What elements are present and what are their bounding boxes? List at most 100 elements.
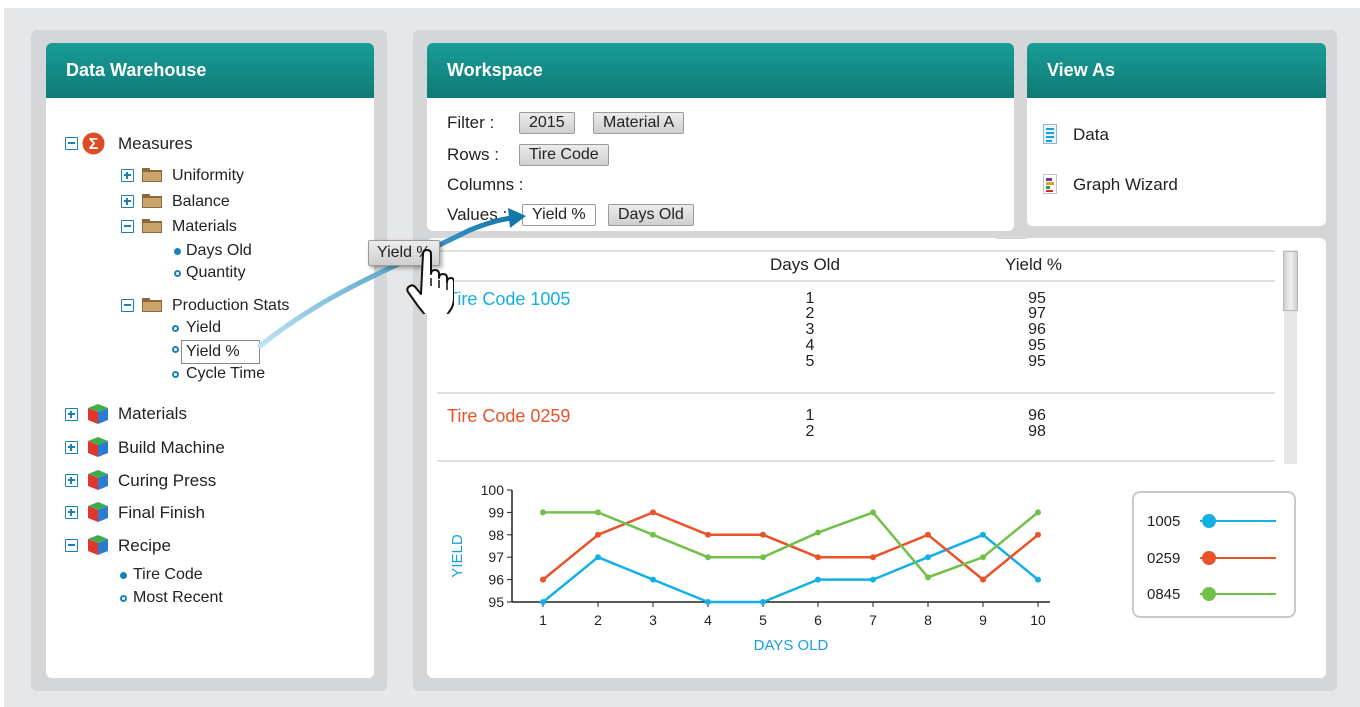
x-tick-label: 5 bbox=[759, 612, 767, 628]
view-as-title: View As bbox=[1027, 43, 1326, 98]
tree-build-machine[interactable]: Build Machine bbox=[118, 438, 225, 458]
folder-icon bbox=[142, 298, 162, 312]
field-quantity[interactable]: Quantity bbox=[186, 264, 246, 282]
y-tick-label: 97 bbox=[488, 549, 504, 565]
tree-materials-folder[interactable]: Materials bbox=[172, 218, 237, 236]
field-ring-icon bbox=[172, 346, 179, 353]
field-tire-code[interactable]: Tire Code bbox=[133, 566, 203, 584]
legend-label: 0845 bbox=[1147, 586, 1181, 603]
expand-icon[interactable] bbox=[121, 195, 134, 208]
tree-curing-press[interactable]: Curing Press bbox=[118, 471, 216, 491]
field-yield-pct-selected[interactable]: Yield % bbox=[181, 340, 260, 364]
legend-marker-0845 bbox=[1202, 587, 1216, 601]
x-tick-label: 2 bbox=[594, 612, 602, 628]
point-0845 bbox=[1035, 509, 1041, 516]
point-1005 bbox=[815, 576, 821, 583]
filter-chip[interactable]: 2015 bbox=[519, 112, 575, 134]
x-axis-label: DAYS OLD bbox=[754, 637, 829, 654]
point-0845 bbox=[650, 531, 656, 538]
legend-marker-0259 bbox=[1202, 551, 1216, 565]
point-0259 bbox=[650, 509, 656, 516]
group-name-0259: Tire Code 0259 bbox=[447, 406, 571, 426]
point-0259 bbox=[760, 531, 766, 538]
rows-label: Rows : bbox=[447, 145, 499, 164]
cell-yield: 95 bbox=[1028, 290, 1046, 307]
tree-measures[interactable]: Measures bbox=[118, 134, 193, 154]
point-0845 bbox=[980, 554, 986, 561]
point-1005 bbox=[540, 599, 546, 605]
point-0845 bbox=[760, 554, 766, 561]
collapse-icon[interactable] bbox=[65, 539, 78, 552]
expand-icon[interactable] bbox=[121, 169, 134, 182]
field-most-recent[interactable]: Most Recent bbox=[133, 589, 223, 607]
y-tick-label: 95 bbox=[488, 594, 504, 610]
svg-text:Σ: Σ bbox=[89, 136, 99, 153]
point-0259 bbox=[815, 554, 821, 561]
expand-icon[interactable] bbox=[65, 474, 78, 487]
filter-chip[interactable]: Material A bbox=[593, 112, 685, 134]
cell-yield: 95 bbox=[1028, 337, 1046, 354]
field-ring-icon bbox=[172, 371, 179, 378]
cell-days: 5 bbox=[805, 353, 815, 370]
field-days-old[interactable]: Days Old bbox=[186, 242, 252, 260]
point-0845 bbox=[595, 509, 601, 516]
series-line-0845 bbox=[543, 511, 1039, 579]
expand-icon[interactable] bbox=[65, 441, 78, 454]
point-1005 bbox=[760, 599, 766, 605]
tree-recipe[interactable]: Recipe bbox=[118, 536, 171, 556]
values-chip-days-old[interactable]: Days Old bbox=[608, 204, 694, 226]
y-tick-label: 96 bbox=[488, 572, 504, 588]
x-tick-label: 6 bbox=[814, 612, 822, 628]
field-ring-icon bbox=[120, 595, 127, 602]
rows-chip[interactable]: Tire Code bbox=[519, 144, 609, 166]
folder-icon bbox=[142, 168, 162, 182]
tree-final-finish[interactable]: Final Finish bbox=[118, 503, 205, 523]
point-1005 bbox=[925, 554, 931, 561]
tree-balance[interactable]: Balance bbox=[172, 193, 230, 211]
hand-cursor-icon bbox=[406, 249, 454, 314]
collapse-icon[interactable] bbox=[65, 137, 78, 150]
table-header-days-old: Days Old bbox=[770, 255, 840, 274]
field-yield[interactable]: Yield bbox=[186, 319, 221, 337]
expand-icon[interactable] bbox=[65, 408, 78, 421]
cell-yield: 95 bbox=[1028, 353, 1046, 370]
sigma-icon: Σ bbox=[82, 132, 105, 155]
table-header-rule bbox=[437, 280, 1275, 282]
field-cycle-time[interactable]: Cycle Time bbox=[186, 365, 265, 383]
collapse-icon[interactable] bbox=[121, 220, 134, 233]
cube-icon bbox=[88, 535, 108, 555]
view-option-data[interactable]: Data bbox=[1073, 125, 1109, 145]
point-0259 bbox=[705, 531, 711, 538]
cube-icon bbox=[88, 437, 108, 457]
field-dot-icon bbox=[174, 248, 181, 255]
folder-icon bbox=[142, 219, 162, 233]
tree-materials[interactable]: Materials bbox=[118, 404, 187, 424]
table-bottom-rule bbox=[437, 460, 1275, 462]
y-tick-label: 98 bbox=[488, 527, 504, 543]
point-0259 bbox=[540, 576, 546, 583]
expand-icon[interactable] bbox=[65, 506, 78, 519]
x-tick-label: 9 bbox=[979, 612, 987, 628]
graph-wizard-icon bbox=[1043, 174, 1057, 194]
collapse-icon[interactable] bbox=[121, 299, 134, 312]
table-header-yield: Yield % bbox=[1005, 255, 1063, 274]
table-scrollbar-thumb[interactable] bbox=[1283, 251, 1298, 311]
cell-yield: 97 bbox=[1028, 305, 1046, 322]
workspace-title: Workspace bbox=[427, 43, 1014, 98]
panel-gap bbox=[996, 231, 1026, 239]
cell-days: 2 bbox=[805, 305, 815, 322]
cube-icon bbox=[88, 470, 108, 490]
point-0259 bbox=[925, 531, 931, 538]
filter-label: Filter : bbox=[447, 113, 495, 132]
cell-yield: 96 bbox=[1028, 321, 1046, 338]
view-option-graph-wizard[interactable]: Graph Wizard bbox=[1073, 175, 1178, 195]
cube-icon bbox=[88, 502, 108, 522]
point-0845 bbox=[870, 509, 876, 516]
drag-arrow bbox=[257, 208, 526, 349]
field-dot-icon bbox=[120, 572, 127, 579]
point-1005 bbox=[1035, 576, 1041, 583]
x-tick-label: 7 bbox=[869, 612, 877, 628]
tree-uniformity[interactable]: Uniformity bbox=[172, 167, 244, 185]
y-tick-label: 100 bbox=[481, 482, 505, 498]
point-0259 bbox=[980, 576, 986, 583]
